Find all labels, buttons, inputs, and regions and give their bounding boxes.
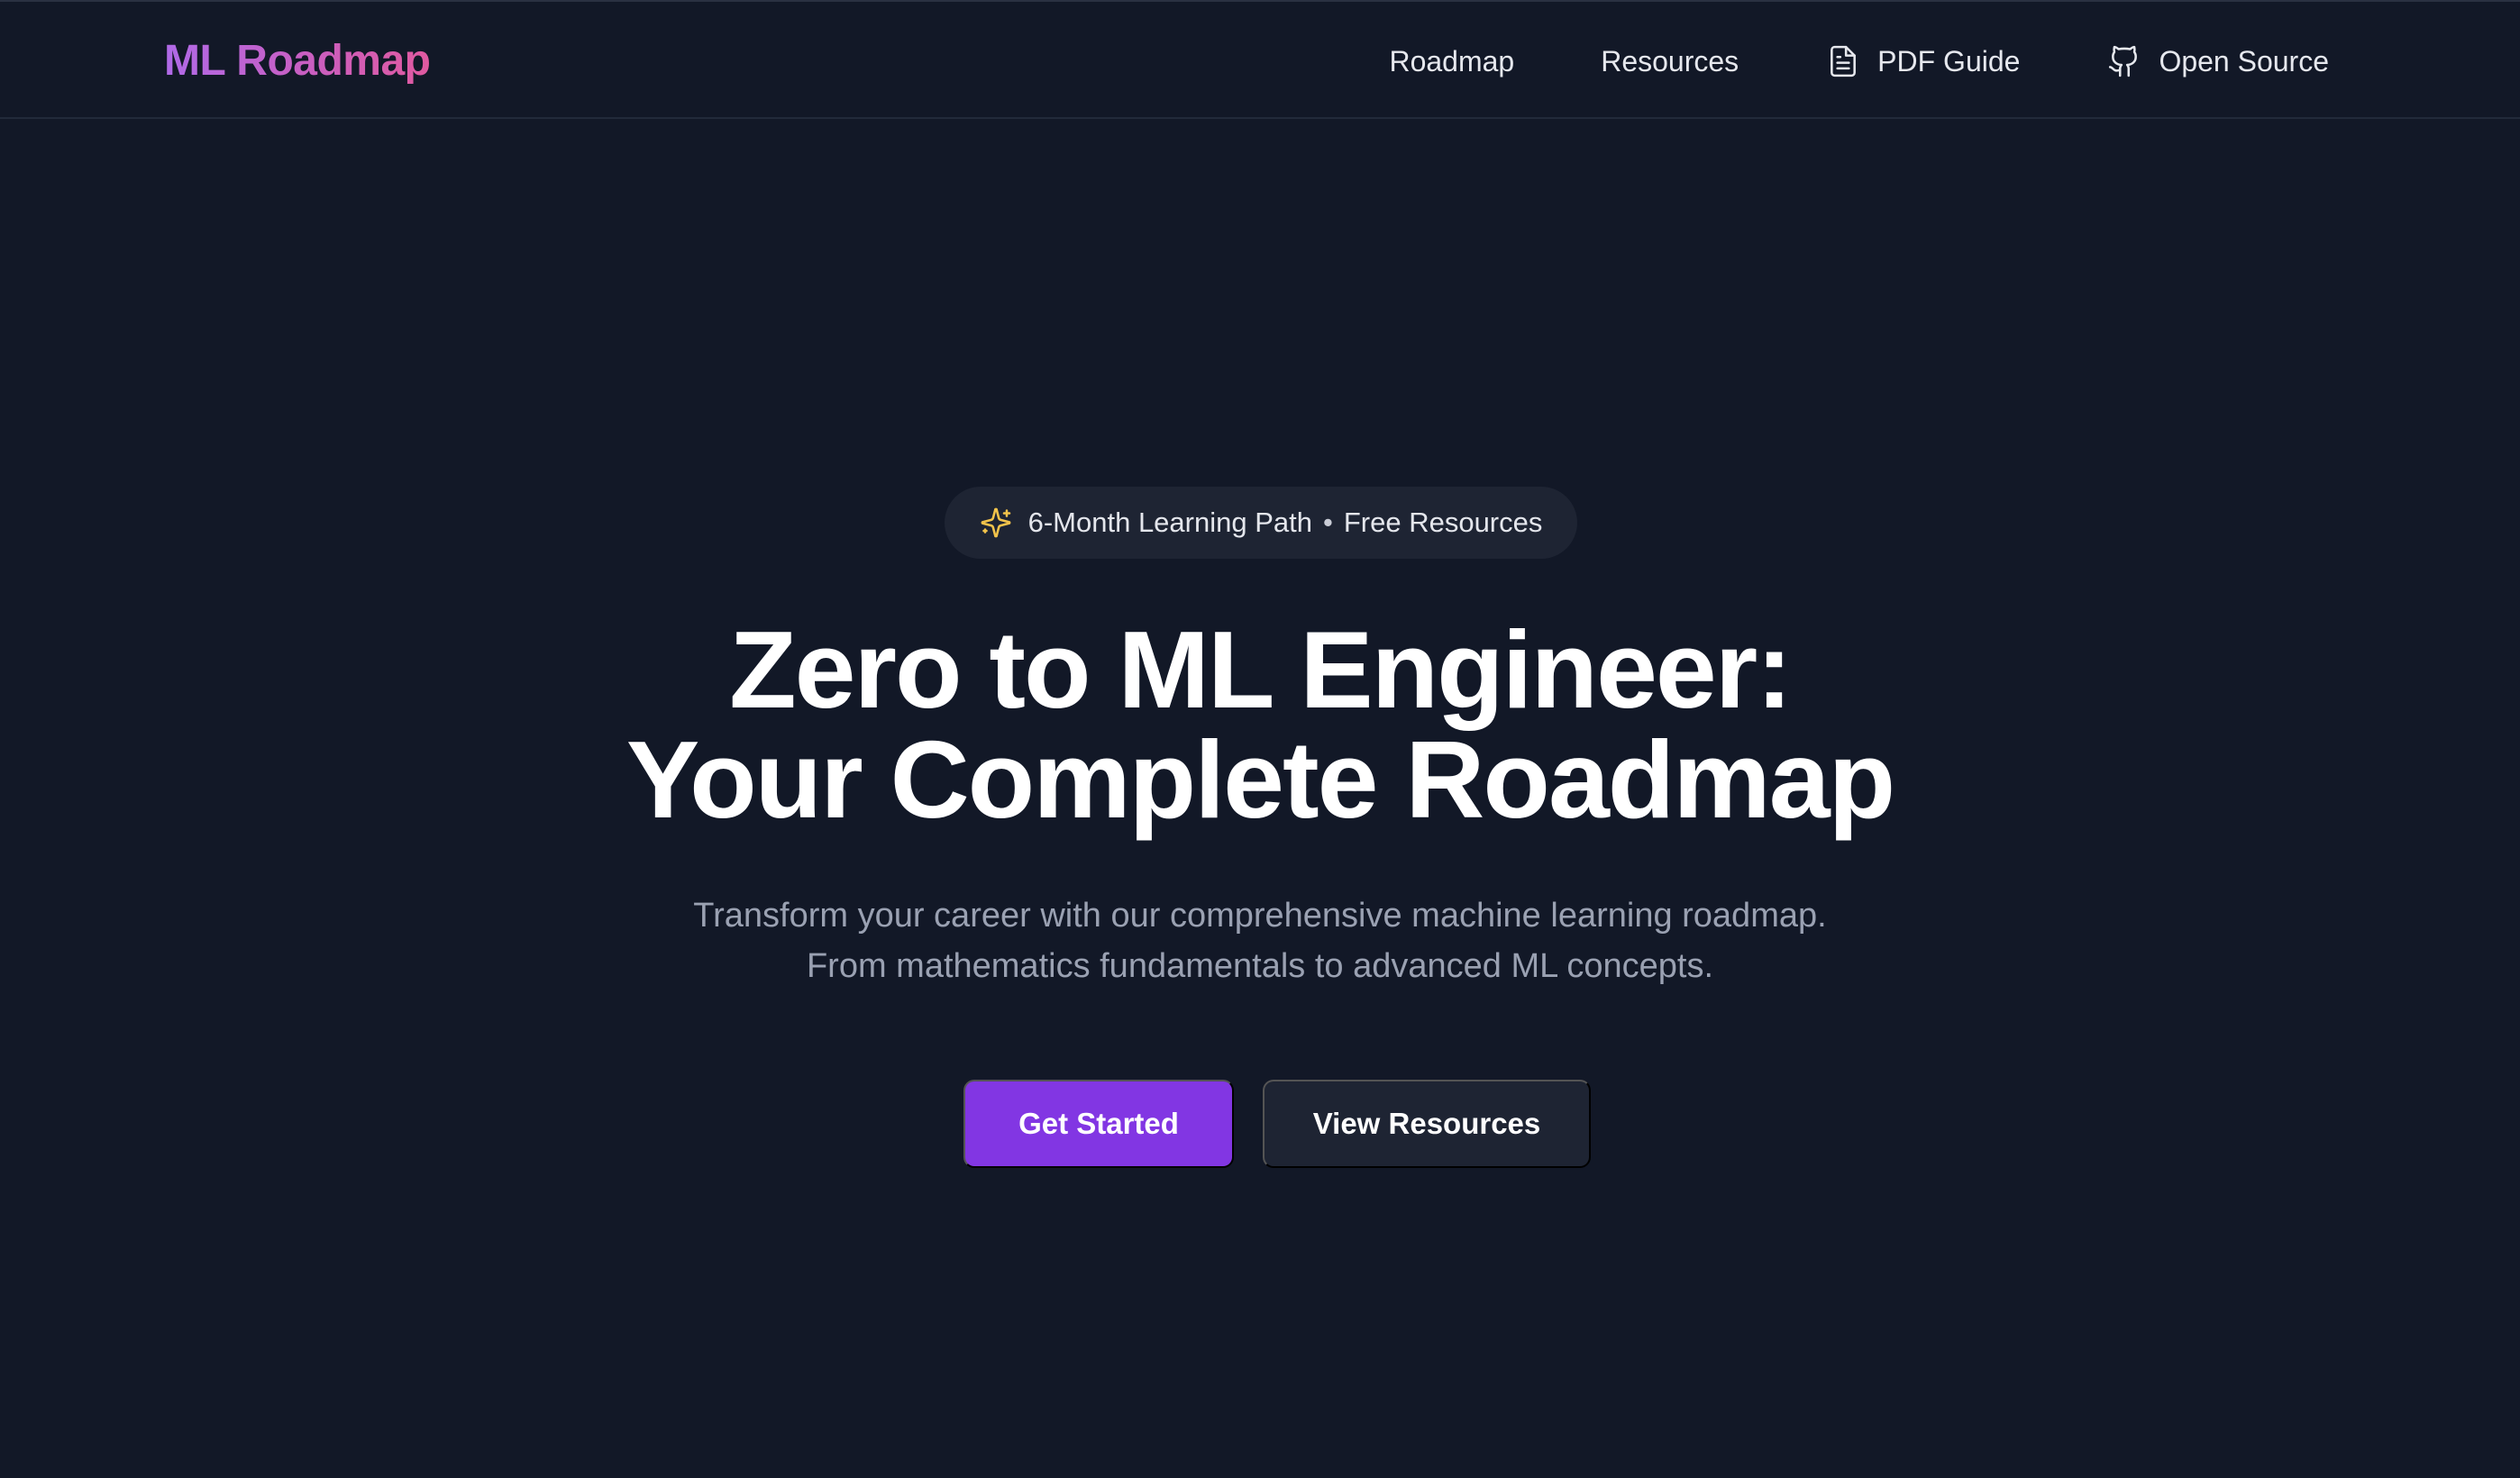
hero-subtitle-line-1: Transform your career with our comprehen… (693, 897, 1827, 935)
hero-headline-line-1: Zero to ML Engineer: (729, 608, 1793, 731)
nav-link-open-source[interactable]: Open Source (2106, 34, 2329, 88)
nav-link-pdf-guide-label: PDF Guide (1877, 45, 2021, 78)
get-started-button[interactable]: Get Started (963, 1080, 1234, 1168)
view-resources-button[interactable]: View Resources (1263, 1080, 1591, 1168)
hero-subtitle-line-2: From mathematics fundamentals to advance… (806, 947, 1714, 985)
nav-link-resources-label: Resources (1601, 45, 1739, 78)
badge-duration-text: 6-Month Learning Path (1027, 506, 1312, 538)
badge-resources-text: Free Resources (1343, 506, 1543, 538)
hero-headline-line-2: Your Complete Roadmap (625, 718, 1895, 841)
nav-link-pdf-guide[interactable]: PDF Guide (1825, 34, 2020, 88)
hero-section: 6-Month Learning Path • Free Resources Z… (0, 119, 2520, 1478)
nav-link-roadmap[interactable]: Roadmap (1389, 34, 1514, 88)
learning-path-badge: 6-Month Learning Path • Free Resources (945, 487, 1577, 559)
nav-link-resources[interactable]: Resources (1601, 34, 1739, 88)
github-icon (2106, 43, 2142, 79)
nav-links: Roadmap Resources PDF Guide Open Source (1389, 34, 2329, 88)
hero-subtitle: Transform your career with our comprehen… (0, 890, 2520, 991)
sparkles-icon (980, 506, 1012, 539)
logo-link[interactable]: ML Roadmap (164, 32, 431, 90)
cta-buttons: Get Started View Resources (0, 1080, 2520, 1168)
hero-headline: Zero to ML Engineer: Your Complete Roadm… (0, 615, 2520, 835)
document-icon (1825, 43, 1861, 79)
badge-separator: • (1322, 506, 1333, 538)
nav-link-open-source-label: Open Source (2159, 45, 2329, 78)
nav-link-roadmap-label: Roadmap (1389, 45, 1515, 78)
top-navbar: ML Roadmap Roadmap Resources PDF Guide O… (0, 0, 2520, 119)
